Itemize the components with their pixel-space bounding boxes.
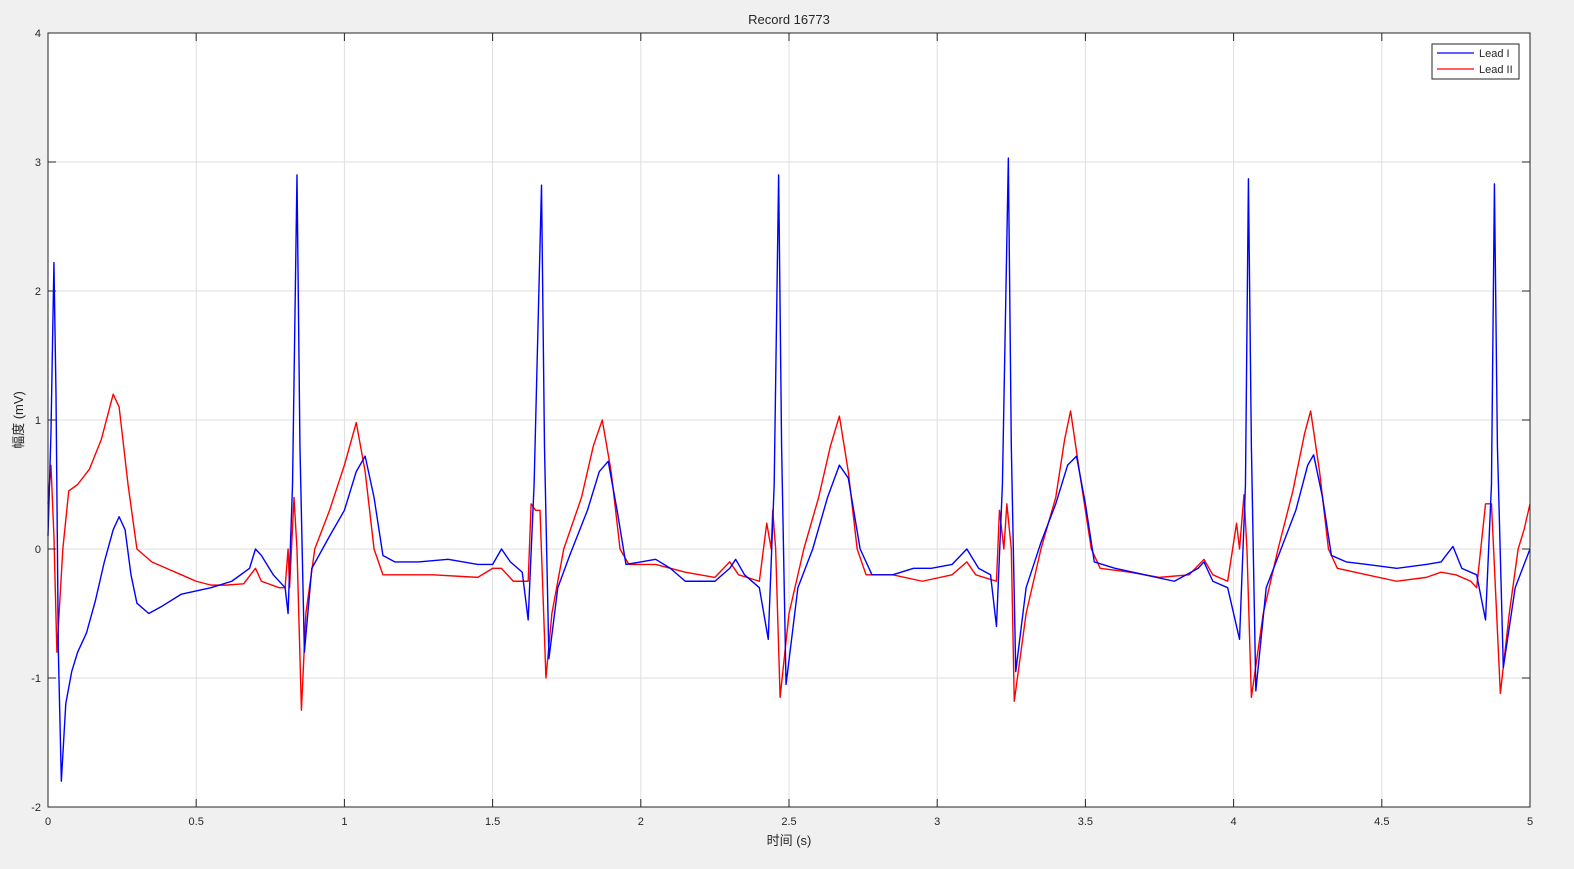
chart-title: Record 16773 [748, 12, 830, 27]
x-tick-label: 2.5 [781, 816, 796, 828]
x-tick-label: 3.5 [1078, 816, 1093, 828]
y-tick-label: 2 [35, 286, 41, 298]
x-tick-label: 3 [934, 816, 940, 828]
x-tick-label: 0 [45, 816, 51, 828]
x-tick-label: 4.5 [1374, 816, 1389, 828]
legend-label-lead-i: Lead I [1479, 48, 1510, 60]
x-tick-label: 2 [638, 816, 644, 828]
y-tick-label: -1 [31, 673, 41, 685]
x-tick-label: 5 [1527, 816, 1533, 828]
chart-figure: 0 0.5 1 1.5 2 2.5 3 3.5 4 4.5 5 -2 -1 0 1 2 3 4 Record 16… [0, 0, 1574, 869]
y-tick-label: 4 [35, 28, 41, 40]
y-tick-label: -2 [31, 802, 41, 814]
x-tick-label: 1 [341, 816, 347, 828]
x-tick-label: 4 [1231, 816, 1237, 828]
y-tick-label: 1 [35, 415, 41, 427]
legend-label-lead-ii: Lead II [1479, 64, 1513, 76]
x-tick-label: 1.5 [485, 816, 500, 828]
y-tick-label: 0 [35, 544, 41, 556]
y-axis-label: 幅度 (mV) [11, 391, 26, 449]
x-axis-label: 时间 (s) [767, 833, 812, 848]
y-tick-label: 3 [35, 157, 41, 169]
legend[interactable]: Lead I Lead II [1431, 43, 1520, 80]
x-tick-label: 0.5 [189, 816, 204, 828]
